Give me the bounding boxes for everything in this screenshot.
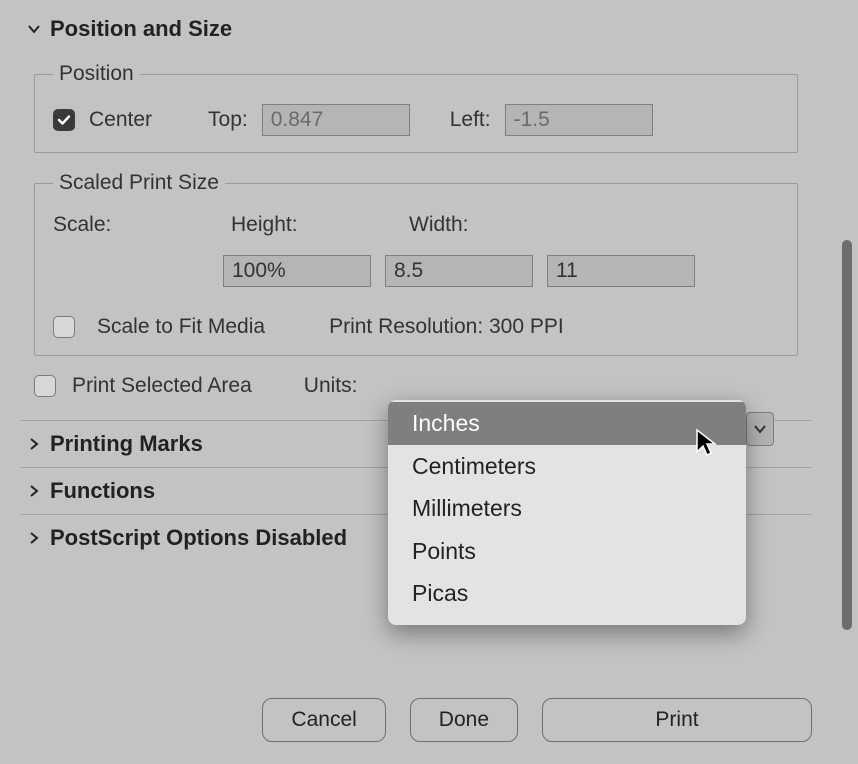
scale-to-fit-checkbox[interactable]	[53, 316, 75, 338]
scale-label: Scale:	[53, 213, 213, 237]
top-field[interactable]	[262, 104, 410, 136]
section-header-position-size[interactable]: Position and Size	[20, 10, 812, 52]
print-resolution-label: Print Resolution: 300 PPI	[329, 315, 564, 339]
units-dropdown-toggle[interactable]	[746, 412, 774, 446]
position-legend: Position	[53, 62, 140, 86]
section-title: Functions	[50, 478, 155, 504]
print-selected-label: Print Selected Area	[72, 374, 252, 398]
section-title: Printing Marks	[50, 431, 203, 457]
scale-field[interactable]	[223, 255, 371, 287]
left-field[interactable]	[505, 104, 653, 136]
units-dropdown-menu: Inches Centimeters Millimeters Points Pi…	[388, 400, 746, 625]
scale-to-fit-label: Scale to Fit Media	[97, 315, 265, 339]
chevron-right-icon	[26, 436, 42, 452]
left-label: Left:	[450, 108, 491, 132]
units-option-picas[interactable]: Picas	[388, 572, 746, 615]
scaled-legend: Scaled Print Size	[53, 171, 225, 195]
section-title: Position and Size	[50, 16, 232, 42]
scrollbar-thumb[interactable]	[842, 240, 852, 630]
section-title: PostScript Options Disabled	[50, 525, 347, 551]
units-option-points[interactable]: Points	[388, 530, 746, 573]
dialog-footer: Cancel Done Print	[0, 698, 832, 742]
units-label: Units:	[304, 374, 358, 398]
units-option-millimeters[interactable]: Millimeters	[388, 487, 746, 530]
chevron-right-icon	[26, 530, 42, 546]
print-selected-checkbox[interactable]	[34, 375, 56, 397]
chevron-down-icon	[26, 21, 42, 37]
scaled-print-size-group: Scaled Print Size Scale: Height: Width: …	[34, 171, 798, 356]
units-option-centimeters[interactable]: Centimeters	[388, 445, 746, 488]
scrollbar[interactable]	[840, 240, 854, 640]
height-field[interactable]	[385, 255, 533, 287]
chevron-right-icon	[26, 483, 42, 499]
width-label: Width:	[409, 213, 569, 237]
done-button[interactable]: Done	[410, 698, 518, 742]
width-field[interactable]	[547, 255, 695, 287]
top-label: Top:	[208, 108, 248, 132]
center-checkbox[interactable]	[53, 109, 75, 131]
units-option-inches[interactable]: Inches	[388, 402, 746, 445]
position-group: Position Center Top: Left:	[34, 62, 798, 153]
center-label: Center	[89, 108, 152, 132]
height-label: Height:	[231, 213, 391, 237]
print-button[interactable]: Print	[542, 698, 812, 742]
cancel-button[interactable]: Cancel	[262, 698, 385, 742]
